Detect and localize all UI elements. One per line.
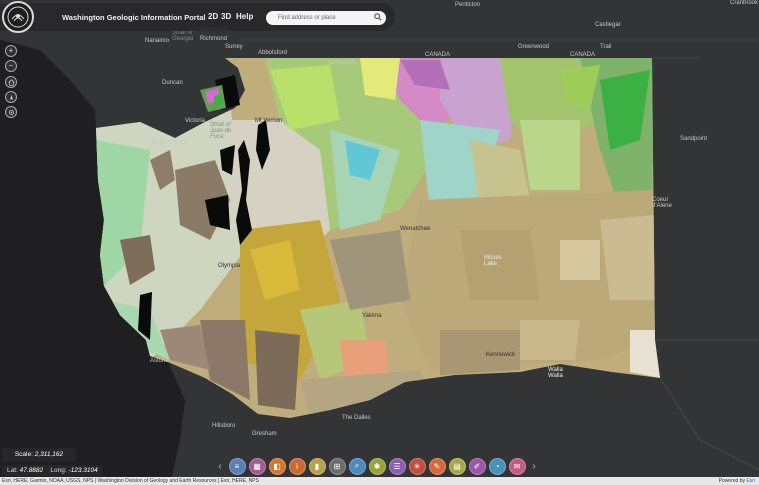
email-button[interactable]: ✉ [508,457,526,475]
compass-icon [9,94,13,100]
view-2d-button[interactable]: 2D [208,12,218,21]
print-icon: ▤ [453,461,461,471]
legend-icon: ◧ [273,461,281,471]
label-duncan: Duncan [162,80,183,86]
identify-icon: ✱ [373,461,381,471]
long-value: -123.3104 [68,467,98,474]
label-coeur-dalene: Coeur d'Alene [652,197,672,209]
query-button[interactable]: ⌕ [348,457,366,475]
powered-by-label: Powered by [718,478,745,484]
geologic-map-canvas[interactable] [0,0,759,485]
esri-link[interactable]: Esri [746,478,755,484]
long-label: Long: [50,467,67,474]
coordinate-display: Lat: 47.8882 Long: -123.3104 [2,465,102,476]
label-nanaimo: Nanaimo [145,38,170,44]
label-mount-vernon: Mt Vernon [255,118,283,124]
search-icon[interactable] [374,13,382,27]
attribution-text: Esri, HERE, Garmin, NOAA, USGS, NPS | Wa… [2,478,259,484]
label-gresham: Gresham [252,431,277,437]
label-surrey: Surrey [225,44,243,50]
pencil-icon: ✐ [473,461,481,471]
label-wenatchee: Wenatchee [400,226,431,232]
share-icon: ◔ [494,461,500,471]
view-3d-button[interactable]: 3D [221,12,231,21]
lat-label: Lat: [7,467,18,474]
seal-icon [7,6,29,28]
label-olympia: Olympia [218,263,241,269]
locate-button[interactable] [5,106,17,118]
layers-icon: ≡ [234,461,240,471]
agency-logo[interactable] [2,1,34,33]
label-united-states: UNITED STATES [148,140,187,146]
label-kennewick: Kennewick [486,352,516,358]
scale-label: Scale: [14,451,33,458]
label-hillsboro: Hillsboro [212,423,236,429]
toolbar-prev-arrow[interactable]: ‹ [213,461,227,472]
zoom-out-button[interactable]: − [5,60,17,72]
zoom-in-button[interactable]: + [5,45,17,57]
draw-button[interactable]: ✎ [428,457,446,475]
measure-icon: ✳ [413,461,421,471]
label-victoria: Victoria [185,118,205,124]
app-title: Washington Geologic Information Portal [62,13,206,22]
measure-button[interactable]: ✳ [408,457,426,475]
map-view[interactable]: Penticton Castlegar Cranbrook Trail Gree… [0,0,759,485]
help-button[interactable]: Help [236,12,253,21]
label-strait-georgia: Strait of Georgia [172,30,194,42]
label-castlegar: Castlegar [595,22,621,28]
search-placeholder: Find address or place [278,15,336,21]
scale-value: 2,311,162 [34,451,64,458]
list-icon: ☰ [393,461,401,471]
label-cranbrook: Cranbrook [730,0,759,6]
grid-button[interactable]: ⊞ [328,457,346,475]
label-the-dalles: The Dalles [342,415,371,421]
toolbar-buttons: ≡ ▦ ◧ i ▮ ⊞ ⌕ ✱ ☰ ✳ ✎ ▤ ✐ ◔ ✉ [227,457,527,475]
label-abbotsford: Abbotsford [258,50,288,56]
locate-icon [8,109,14,115]
powered-by: Powered by Esri [719,477,755,485]
label-yakima: Yakima [362,313,382,319]
basemap-button[interactable]: ▦ [248,457,266,475]
legend-button[interactable]: ◧ [268,457,286,475]
edit-button[interactable]: ✐ [468,457,486,475]
grid-icon: ⊞ [333,461,341,471]
email-icon: ✉ [513,461,521,471]
label-canada-east: CANADA [570,52,596,58]
label-walla-walla: Walla Walla [548,367,563,379]
info-icon: i [296,461,298,471]
label-greenwood: Greenwood [518,44,550,50]
basemap-icon: ▦ [253,461,261,471]
plus-icon: + [8,46,14,55]
attribution-bar: Esri, HERE, Garmin, NOAA, USGS, NPS | Wa… [0,477,759,485]
label-canada-west: CANADA [330,60,356,66]
scale-display: Scale: 2,311,162 [2,448,76,462]
toolbar-next-arrow[interactable]: › [527,461,541,472]
info-button[interactable]: i [288,457,306,475]
label-richmond: Richmond [200,36,228,42]
label-canada-mid: CANADA [425,52,451,58]
minus-icon: − [8,61,14,70]
bookmark-button[interactable]: ▮ [308,457,326,475]
search-input[interactable]: Find address or place [266,11,386,25]
lat-value: 47.8882 [19,467,44,474]
draw-icon: ✎ [433,461,441,471]
home-button[interactable] [5,76,17,88]
print-button[interactable]: ▤ [448,457,466,475]
query-icon: ⌕ [354,461,360,470]
header-bar: Washington Geologic Information Portal 2… [0,3,395,31]
layers-button[interactable]: ≡ [228,457,246,475]
home-icon [7,78,15,86]
label-strait-juan: Strait of Juan de Fuca [210,122,232,140]
label-sandpoint: Sandpoint [680,136,708,142]
label-penticton: Penticton [455,2,481,8]
list-button[interactable]: ☰ [388,457,406,475]
widget-toolbar: ‹ ≡ ▦ ◧ i ▮ ⊞ ⌕ ✱ ☰ ✳ ✎ ▤ ✐ ◔ ✉ › [213,455,549,477]
identify-button[interactable]: ✱ [368,457,386,475]
label-astoria: Astoria [150,358,169,364]
compass-button[interactable] [5,91,17,103]
label-trail: Trail [600,44,612,50]
label-moses-lake: Moses Lake [484,255,502,267]
bookmark-icon: ▮ [314,461,320,471]
share-button[interactable]: ◔ [488,457,506,475]
